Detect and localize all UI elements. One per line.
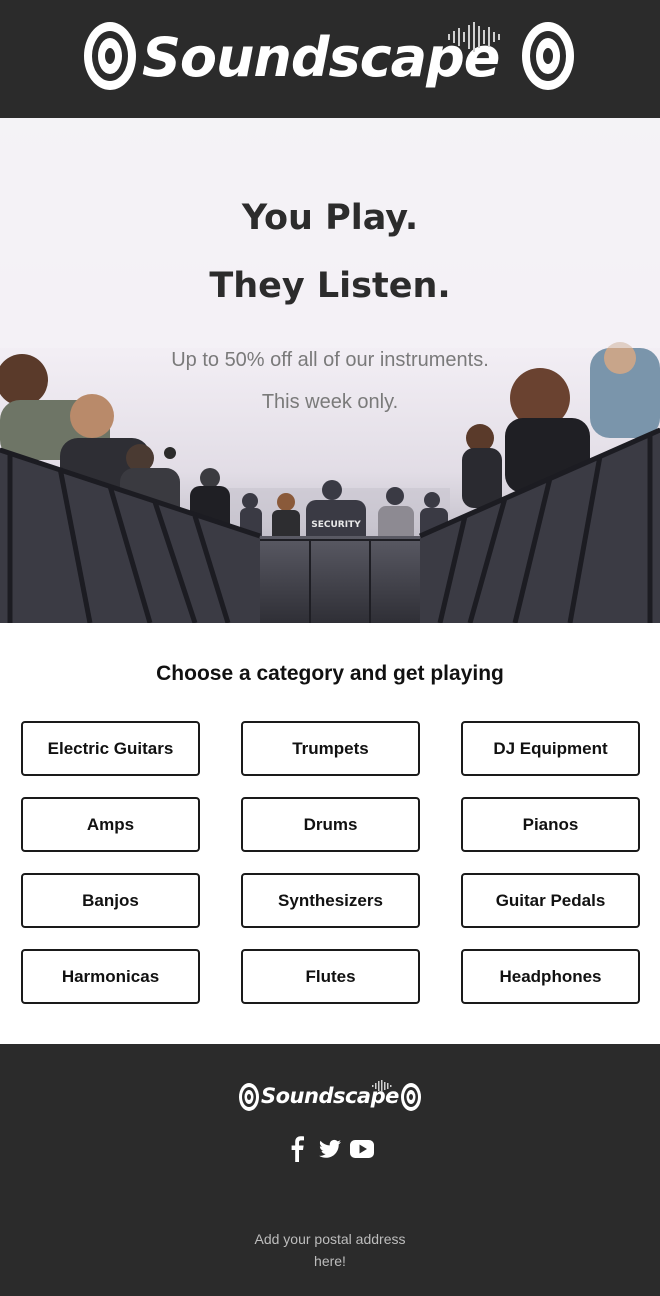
footer: Soundscape Add your postal address here! <box>0 1044 660 1296</box>
soundwave-icon <box>372 1080 392 1092</box>
hero-banner: SECURITY You Play. They Listen. Up to 50… <box>0 118 660 623</box>
address-line-2: here! <box>314 1253 346 1269</box>
brand-name: Soundscape <box>142 26 500 89</box>
hero-subtitle-line-1: Up to 50% off all of our instruments. <box>171 349 489 371</box>
category-button-headphones[interactable]: Headphones <box>461 949 640 1004</box>
category-heading: Choose a category and get playing <box>156 662 504 685</box>
address-line-1: Add your postal address <box>254 1231 406 1247</box>
footer-postal-address: Add your postal address here! <box>230 1228 430 1272</box>
soundwave-icon <box>448 22 500 52</box>
twitter-icon[interactable] <box>319 1136 341 1162</box>
header: Soundscape <box>0 0 660 118</box>
hero-title-line-2: They Listen. <box>209 266 451 306</box>
speaker-icon <box>239 1083 259 1111</box>
brand-logo[interactable]: Soundscape <box>80 16 580 102</box>
category-button-harmonicas[interactable]: Harmonicas <box>21 949 200 1004</box>
speaker-icon <box>522 22 574 90</box>
speaker-icon <box>84 22 136 90</box>
facebook-icon[interactable] <box>290 1136 304 1162</box>
security-label: SECURITY <box>311 520 361 530</box>
hero-subtitle-line-2: This week only. <box>261 391 399 413</box>
speaker-icon <box>401 1083 421 1111</box>
category-button-drums[interactable]: Drums <box>241 797 420 852</box>
category-button-guitar-pedals[interactable]: Guitar Pedals <box>461 873 640 928</box>
category-button-electric-guitars[interactable]: Electric Guitars <box>21 721 200 776</box>
category-button-amps[interactable]: Amps <box>21 797 200 852</box>
category-button-flutes[interactable]: Flutes <box>241 949 420 1004</box>
category-button-pianos[interactable]: Pianos <box>461 797 640 852</box>
footer-brand-logo[interactable]: Soundscape <box>238 1080 422 1114</box>
youtube-icon[interactable] <box>350 1136 374 1162</box>
category-button-synthesizers[interactable]: Synthesizers <box>241 873 420 928</box>
category-button-trumpets[interactable]: Trumpets <box>241 721 420 776</box>
category-button-dj-equipment[interactable]: DJ Equipment <box>461 721 640 776</box>
category-button-banjos[interactable]: Banjos <box>21 873 200 928</box>
hero-title-line-1: You Play. <box>241 198 419 238</box>
